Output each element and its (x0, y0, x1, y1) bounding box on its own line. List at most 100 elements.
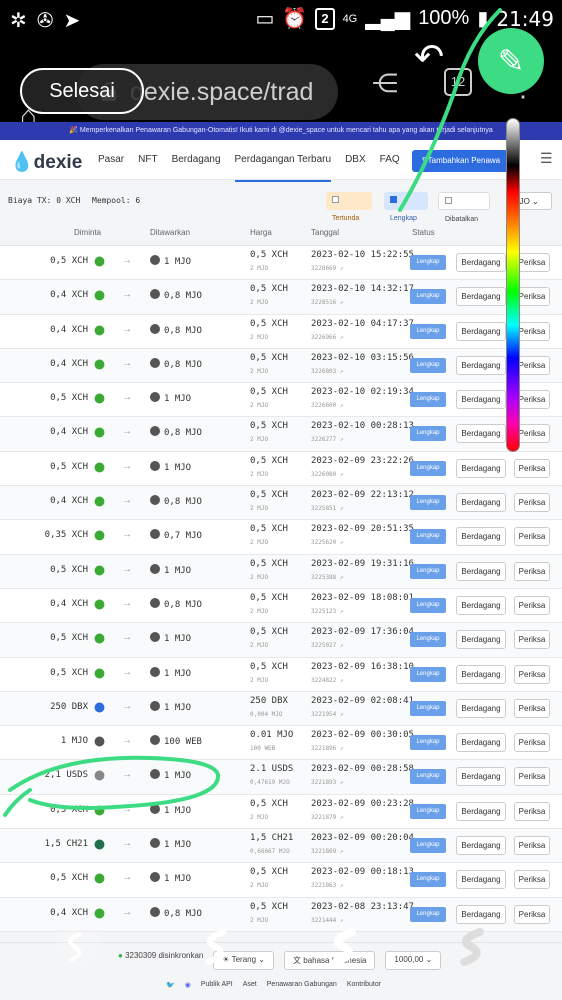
trade-button[interactable]: Berdagang (456, 424, 506, 444)
trade-button[interactable]: Berdagang (456, 561, 506, 581)
requested-amount: 250 DBX (50, 701, 88, 712)
pattern-tool-icon[interactable] (452, 924, 498, 970)
offered-amount: 1 MJO (150, 632, 191, 644)
marker-tool-icon[interactable] (196, 924, 242, 970)
trade-button[interactable]: Berdagang (456, 870, 506, 890)
footer-link-api[interactable]: Publik API (201, 981, 233, 989)
offered-value: 0,7 MJO (164, 531, 202, 542)
inspect-button[interactable]: Periksa (514, 664, 550, 684)
highlighter-tool-icon[interactable] (324, 924, 370, 970)
inspect-button[interactable]: Periksa (514, 561, 550, 581)
trade-button[interactable]: Berdagang (456, 733, 506, 753)
pen-tool-icon[interactable] (56, 924, 102, 970)
mjo-token-icon (150, 906, 160, 917)
trade-button[interactable]: Berdagang (456, 287, 506, 307)
nav-link-faq[interactable]: FAQ (380, 140, 400, 182)
filter-pending[interactable]: Tertunda (326, 192, 372, 222)
nav-link-dbx[interactable]: DBX (345, 140, 366, 182)
trade-button[interactable]: Berdagang (456, 527, 506, 547)
color-palette-slider[interactable] (506, 118, 520, 452)
discord-icon[interactable]: ◉ (185, 981, 191, 989)
done-button[interactable]: Selesai (20, 68, 144, 114)
inspect-button[interactable]: Periksa (514, 493, 550, 513)
trade-button[interactable]: Berdagang (456, 767, 506, 787)
trade-button[interactable]: Berdagang (456, 355, 506, 375)
undo-icon[interactable]: ↶ (414, 36, 444, 78)
inspect-button[interactable]: Periksa (514, 630, 550, 650)
inspect-button[interactable]: Periksa (514, 527, 550, 547)
share-icon[interactable]: ⋲ (372, 68, 398, 99)
twitter-icon[interactable]: 🐦 (166, 981, 175, 989)
trade-id-link[interactable]: 3226277 ↗ (311, 436, 344, 443)
trade-id-link[interactable]: 3221896 ↗ (311, 745, 344, 752)
trade-button[interactable]: Berdagang (456, 801, 506, 821)
inspect-button[interactable]: Periksa (514, 733, 550, 753)
inspect-button[interactable]: Periksa (514, 870, 550, 890)
announcement-banner[interactable]: 🎉 Memperkenalkan Penawaran Gabungan-Otom… (0, 122, 562, 140)
trade-id-link[interactable]: 3225123 ↗ (311, 608, 344, 615)
trade-button[interactable]: Berdagang (456, 458, 506, 478)
footer-link-contributors[interactable]: Kontributor (347, 981, 381, 989)
trade-id-link[interactable]: 3225027 ↗ (311, 642, 344, 649)
nav-link-recent-trades[interactable]: Perdagangan Terbaru (234, 140, 332, 182)
status-badge: Lengkap (410, 666, 446, 682)
trade-id-link[interactable]: 3228669 ↗ (311, 265, 344, 272)
inspect-button[interactable]: Periksa (514, 836, 550, 856)
trade-id-link[interactable]: 3226600 ↗ (311, 402, 344, 409)
trade-id-link[interactable]: 3228516 ↗ (311, 299, 344, 306)
trade-id-link[interactable]: 3226803 ↗ (311, 368, 344, 375)
filter-completed[interactable]: Lengkap (384, 192, 428, 222)
trade-id-link[interactable]: 3226080 ↗ (311, 471, 344, 478)
mjo-token-icon (150, 838, 160, 849)
trade-id-link[interactable]: 3225851 ↗ (311, 505, 344, 512)
inspect-button[interactable]: Periksa (514, 904, 550, 924)
nav-link-pasar[interactable]: Pasar (98, 140, 124, 182)
price-inverse: 0,47619 MJO (250, 779, 290, 787)
fee-value: 0 XCH (56, 196, 81, 205)
inspect-button[interactable]: Periksa (514, 698, 550, 718)
trade-button[interactable]: Berdagang (456, 321, 506, 341)
trade-id-link[interactable]: 3221893 ↗ (311, 779, 344, 786)
inspect-button[interactable]: Periksa (514, 458, 550, 478)
trade-id-link[interactable]: 3226966 ↗ (311, 334, 344, 341)
nav-link-berdagang[interactable]: Berdagang (172, 140, 221, 182)
trade-button[interactable]: Berdagang (456, 595, 506, 615)
footer-link-assets[interactable]: Aset (243, 981, 257, 989)
tabs-count-button[interactable]: 12 (444, 68, 472, 96)
inspect-button[interactable]: Periksa (514, 801, 550, 821)
trade-button[interactable]: Berdagang (456, 253, 506, 272)
arrow-right-icon: → (122, 495, 132, 507)
trade-button[interactable]: Berdagang (456, 904, 506, 924)
zoom-select[interactable]: 1000,00 ⌄ (385, 951, 442, 970)
trade-button[interactable]: Berdagang (456, 698, 506, 718)
trade-id-link[interactable]: 3221879 ↗ (311, 814, 344, 821)
trade-button[interactable]: Berdagang (456, 390, 506, 410)
url-text: dexie.space/trad (130, 78, 314, 106)
nav-link-nft[interactable]: NFT (138, 140, 157, 182)
trade-button[interactable]: Berdagang (456, 493, 506, 513)
filter-cancelled[interactable]: Dibatalkan (438, 192, 490, 223)
trade-button[interactable]: Berdagang (456, 630, 506, 650)
add-offer-button[interactable]: ⤒ Tambahkan Penawa (412, 150, 512, 172)
trade-id-link[interactable]: 3221954 ↗ (311, 711, 344, 718)
pencil-edit-button[interactable]: ✎ (478, 28, 544, 94)
requested-amount: 0,4 XCH (50, 598, 88, 609)
inspect-button[interactable]: Periksa (514, 767, 550, 787)
trade-id-link[interactable]: 3221869 ↗ (311, 848, 344, 855)
token-icon (94, 496, 105, 507)
trade-id-link[interactable]: 3225620 ↗ (311, 539, 344, 546)
trade-button[interactable]: Berdagang (456, 836, 506, 856)
offered-value: 0,8 MJO (164, 291, 202, 302)
trade-id-link[interactable]: 3221444 ↗ (311, 917, 344, 924)
inspect-button[interactable]: Periksa (514, 595, 550, 615)
trade-id-link[interactable]: 3221863 ↗ (311, 882, 344, 889)
footer-link-combined-offers[interactable]: Penawaran Gabungan (267, 981, 337, 989)
price: 2.1 USDS (250, 764, 294, 775)
requested-amount: 0,5 XCH (50, 667, 88, 678)
trade-id-link[interactable]: 3225388 ↗ (311, 574, 344, 581)
trade-button[interactable]: Berdagang (456, 664, 506, 684)
dexie-logo[interactable]: 💧dexie (10, 150, 82, 174)
trade-id-link[interactable]: 3224822 ↗ (311, 677, 344, 684)
price: 0,5 XCH (250, 901, 288, 912)
hamburger-menu-icon[interactable]: ☰ (540, 150, 553, 167)
